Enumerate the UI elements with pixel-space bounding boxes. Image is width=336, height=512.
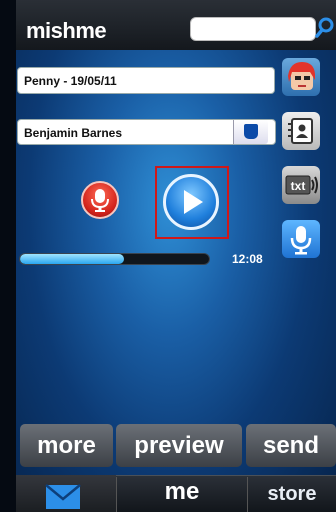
record-icon — [91, 189, 109, 212]
preview-button[interactable]: preview — [116, 424, 242, 467]
microphone-icon — [290, 226, 312, 255]
tab-store[interactable]: store — [248, 475, 336, 512]
tab-me[interactable]: me — [117, 475, 247, 512]
voice-message-button[interactable] — [282, 220, 320, 258]
playback-progress-bar[interactable] — [19, 253, 210, 265]
contacts-icon — [288, 118, 313, 144]
more-button[interactable]: more — [20, 424, 113, 467]
playback-time: 12:08 — [232, 252, 263, 266]
app-logo: mishme — [26, 18, 107, 44]
left-strip — [0, 0, 16, 512]
search-icon[interactable] — [314, 16, 336, 40]
search-input[interactable] — [190, 17, 316, 41]
txt-icon: txt — [285, 175, 318, 195]
mail-icon — [45, 484, 81, 509]
svg-text:txt: txt — [291, 179, 306, 193]
playback-progress-fill — [20, 254, 124, 264]
text-message-button[interactable]: txt — [282, 166, 320, 204]
record-button[interactable] — [81, 181, 119, 219]
send-button[interactable]: send — [246, 424, 336, 467]
avatar[interactable] — [282, 58, 320, 96]
contact-picker-button[interactable] — [233, 120, 268, 144]
tab-mail[interactable] — [16, 475, 116, 512]
message-title-field[interactable]: Penny - 19/05/11 — [17, 67, 275, 94]
play-button-highlight — [155, 166, 229, 239]
contacts-button[interactable] — [282, 112, 320, 150]
app-screen: mishme Penny - 19/05/11 Benjamin Barnes … — [0, 0, 336, 512]
app-logo-text: mishme — [26, 18, 107, 43]
contact-picker-icon — [244, 124, 258, 139]
avatar-icon — [288, 62, 315, 90]
message-title-text: Penny - 19/05/11 — [24, 74, 117, 88]
recipient-text: Benjamin Barnes — [24, 126, 123, 140]
